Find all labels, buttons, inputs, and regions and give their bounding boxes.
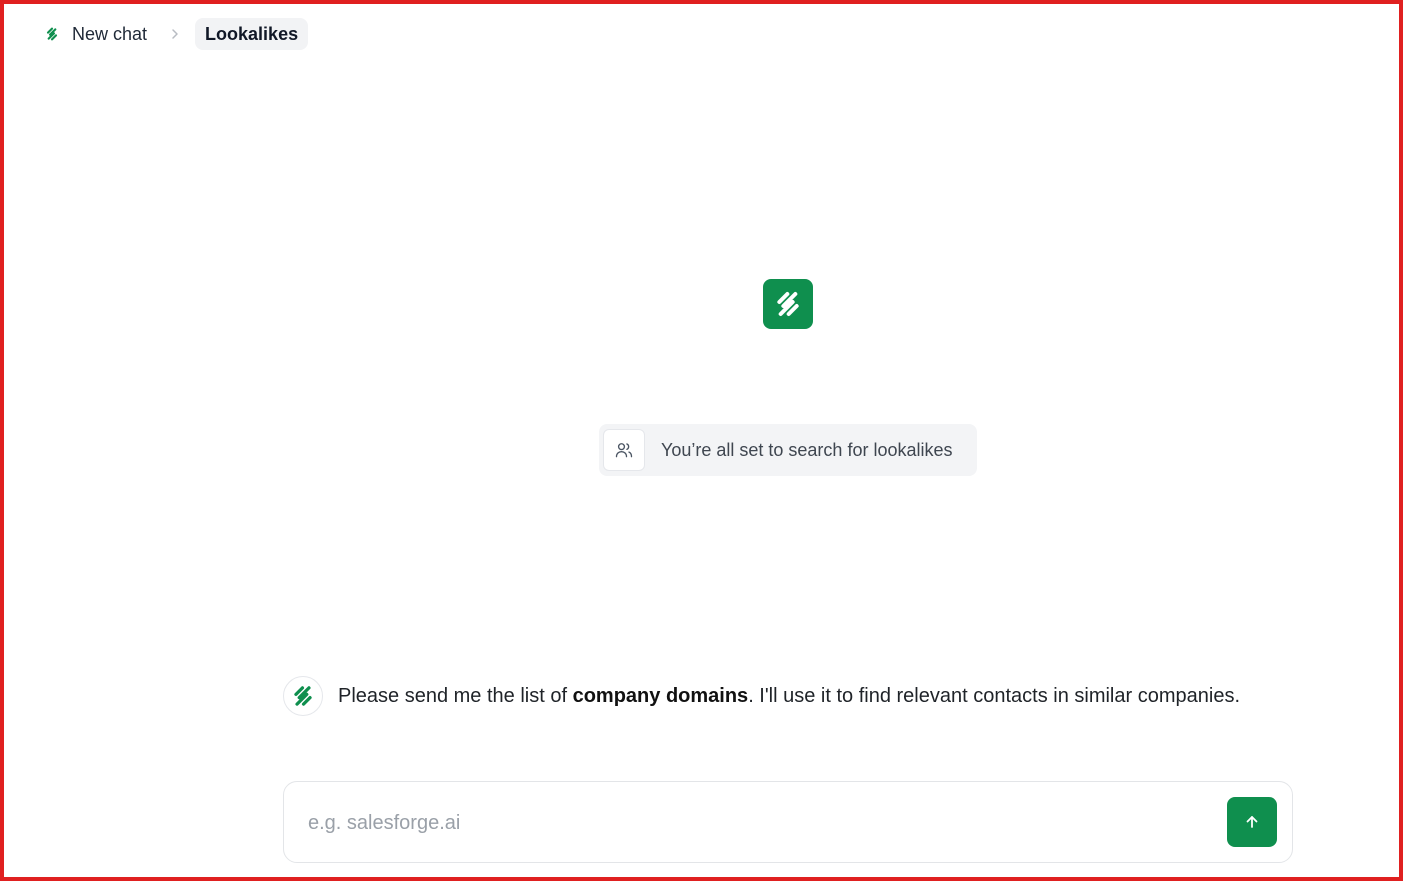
chat-composer xyxy=(283,781,1293,863)
users-icon xyxy=(603,429,645,471)
message-input[interactable] xyxy=(308,804,1208,842)
app-frame: New chat Lookalikes You’re all set to se… xyxy=(0,0,1403,881)
assistant-message: Please send me the list of company domai… xyxy=(283,676,1240,716)
breadcrumb-label: Lookalikes xyxy=(205,23,299,44)
status-text: You’re all set to search for lookalikes xyxy=(661,439,953,460)
chevron-right-icon xyxy=(167,26,183,42)
send-button[interactable] xyxy=(1227,797,1277,847)
message-text-bold: company domains xyxy=(572,684,749,707)
assistant-avatar xyxy=(283,676,323,716)
arrow-up-icon xyxy=(1244,814,1260,830)
breadcrumb-item-new-chat[interactable]: New chat xyxy=(40,18,157,50)
status-pill: You’re all set to search for lookalikes xyxy=(599,424,977,476)
breadcrumb-item-lookalikes[interactable]: Lookalikes xyxy=(195,18,309,50)
breadcrumb: New chat Lookalikes xyxy=(40,18,309,50)
salesforge-logo-icon xyxy=(763,279,813,329)
breadcrumb-label: New chat xyxy=(72,23,148,44)
message-text-before: Please send me the list of xyxy=(338,684,573,707)
salesforge-logo-icon xyxy=(44,26,60,42)
message-text-after: . I'll use it to find relevant contacts … xyxy=(748,684,1240,707)
salesforge-logo-icon xyxy=(290,683,316,709)
message-text: Please send me the list of company domai… xyxy=(338,685,1240,708)
